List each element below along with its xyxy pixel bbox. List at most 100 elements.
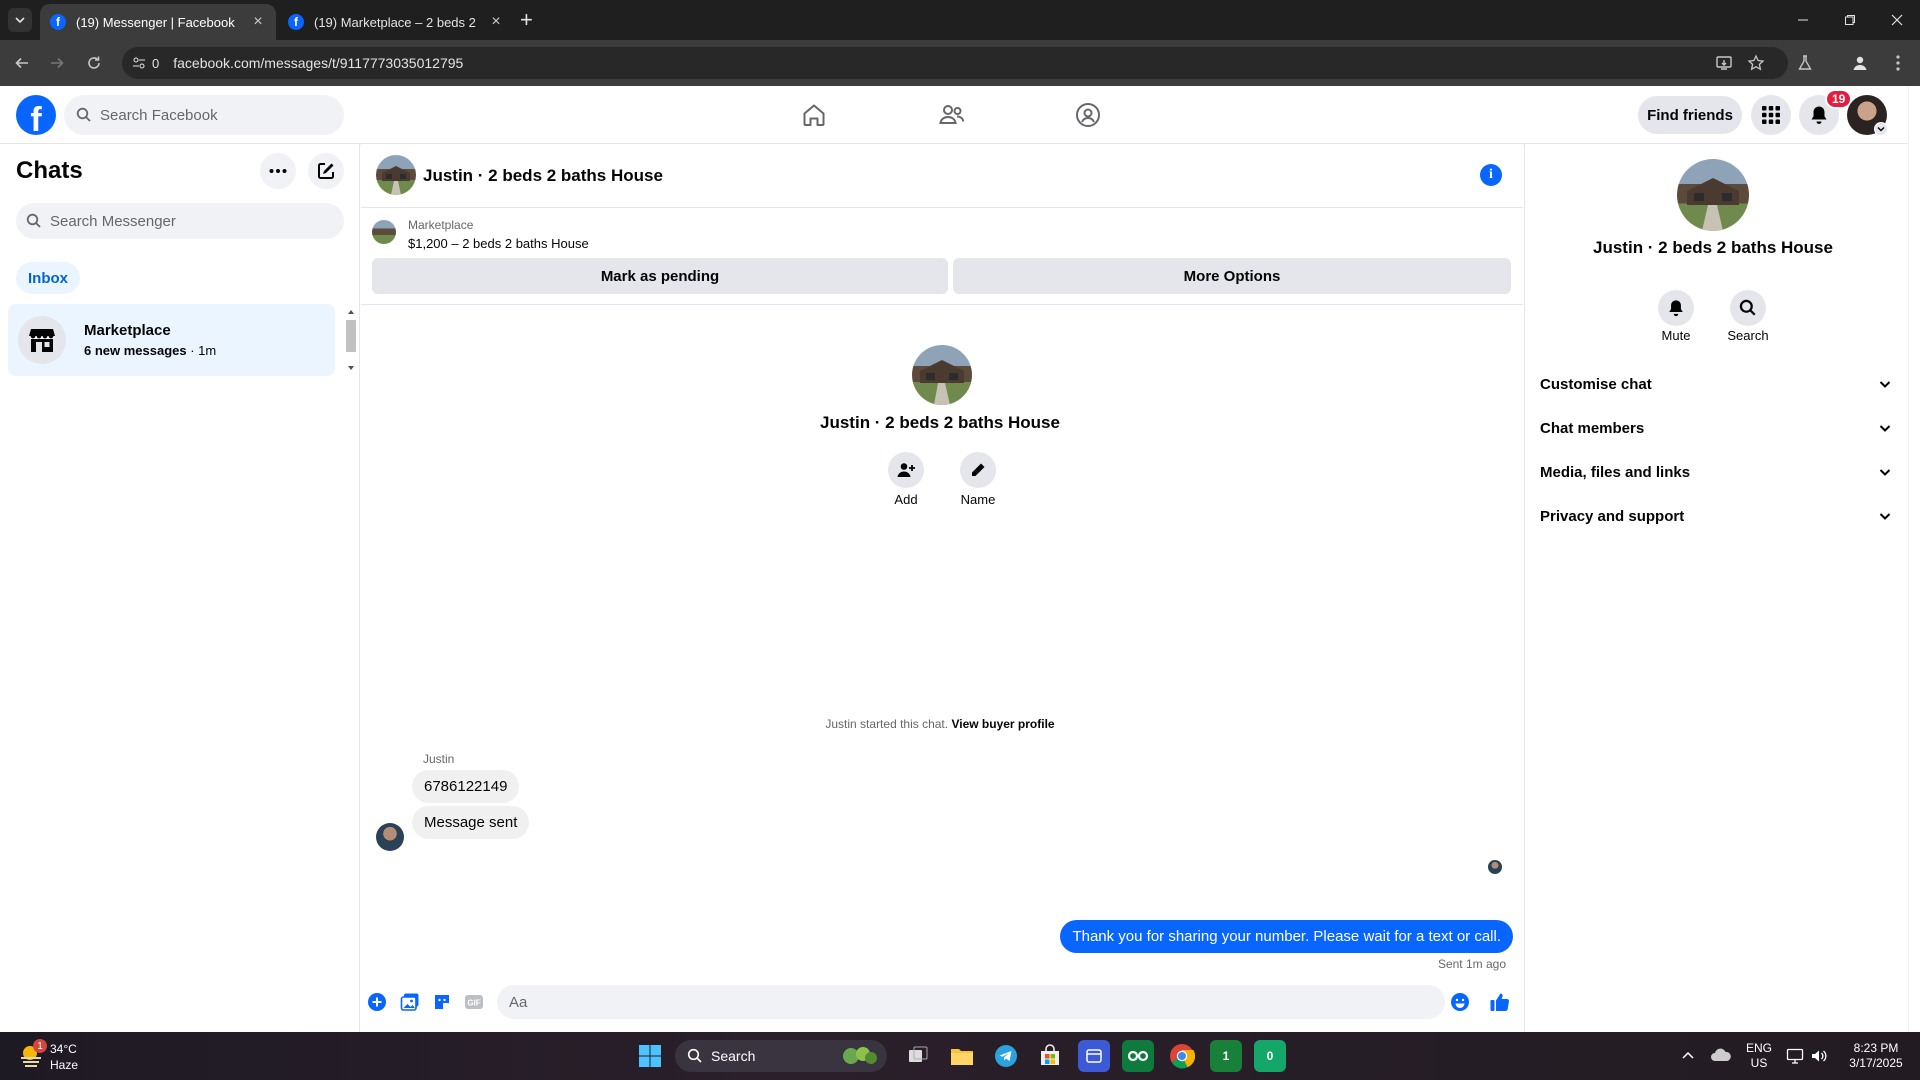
listing-thumbnail[interactable] (372, 220, 396, 244)
browser-menu-button[interactable] (1886, 51, 1910, 75)
facebook-logo[interactable]: f (16, 95, 56, 135)
app-button-green[interactable] (1122, 1040, 1154, 1072)
page-scrollbar[interactable] (1908, 86, 1920, 1032)
close-tab-icon[interactable]: × (488, 13, 504, 31)
section-label: Media, files and links (1540, 463, 1691, 481)
microsoft-store-button[interactable] (1034, 1040, 1066, 1072)
edit-name-button[interactable] (960, 452, 996, 488)
find-friends-button[interactable]: Find friends (1638, 96, 1742, 134)
volume-button[interactable] (1810, 1047, 1828, 1065)
chat-options-button[interactable] (260, 153, 296, 189)
inbox-filter-tab[interactable]: Inbox (16, 262, 80, 294)
clock[interactable]: 8:23 PM 3/17/2025 (1838, 1041, 1914, 1071)
close-window-button[interactable] (1874, 0, 1920, 40)
app-button-blue[interactable] (1078, 1040, 1110, 1072)
network-button[interactable] (1786, 1047, 1804, 1065)
chat-time: · 1m (186, 343, 217, 358)
bookmark-button[interactable] (1744, 51, 1768, 75)
onedrive-tray-button[interactable] (1710, 1046, 1732, 1066)
chat-list-scrollbar[interactable] (345, 306, 357, 374)
new-tab-button[interactable]: + (520, 8, 533, 32)
scrollbar-graphic (346, 310, 356, 370)
listing-title[interactable]: $1,200 – 2 beds 2 baths House (408, 236, 589, 251)
mute-button[interactable] (1658, 290, 1694, 326)
customise-chat-section[interactable]: Customise chat (1536, 364, 1896, 404)
profile-button[interactable] (1848, 51, 1872, 75)
labs-button[interactable] (1793, 51, 1817, 75)
chrome-button[interactable] (1166, 1040, 1198, 1072)
grid-menu-icon (1762, 106, 1780, 124)
new-message-button[interactable] (308, 153, 344, 189)
home-icon (803, 104, 825, 126)
emoji-button[interactable] (1449, 991, 1471, 1013)
folder-icon (951, 1049, 973, 1065)
gif-icon: GIF (465, 995, 483, 1009)
task-view-button[interactable] (902, 1040, 934, 1072)
back-button[interactable] (10, 51, 34, 75)
file-explorer-button[interactable] (946, 1040, 978, 1072)
more-options-button[interactable]: More Options (953, 258, 1511, 294)
section-label: Customise chat (1540, 375, 1652, 393)
telegram-button[interactable] (990, 1040, 1022, 1072)
add-label: Add (894, 492, 918, 507)
start-button[interactable] (634, 1040, 666, 1072)
cloud-icon (1711, 1048, 1731, 1061)
menu-button[interactable] (1751, 95, 1791, 135)
tab-search-button[interactable] (8, 8, 32, 32)
taskbar-search[interactable]: Search (675, 1040, 887, 1072)
input-language[interactable]: ENG US (1744, 1041, 1774, 1071)
groups-icon (1076, 103, 1100, 127)
sender-avatar[interactable] (376, 823, 404, 851)
app-button-sheet-0[interactable]: 0 (1254, 1040, 1286, 1072)
incoming-message[interactable]: Message sent (412, 806, 530, 839)
restore-button[interactable] (1827, 0, 1873, 40)
nav-home[interactable] (799, 100, 829, 130)
sticker-button[interactable] (431, 991, 453, 1013)
site-info-chip[interactable]: 0 (132, 56, 159, 71)
privacy-support-section[interactable]: Privacy and support (1536, 496, 1896, 536)
close-tab-icon[interactable]: × (250, 13, 266, 31)
messenger-search-input[interactable]: Search Messenger (16, 203, 344, 239)
app-button-sheet-1[interactable]: 1 (1210, 1040, 1242, 1072)
chevron-down-icon (1879, 425, 1891, 432)
incoming-message[interactable]: 6786122149 (412, 770, 520, 803)
conversation-title[interactable]: Justin · 2 beds 2 baths House (423, 166, 663, 186)
attach-media-button[interactable] (399, 991, 421, 1013)
gif-button[interactable]: GIF (463, 991, 485, 1013)
compose-icon (318, 163, 334, 179)
conversation-avatar[interactable] (376, 155, 416, 195)
telegram-icon (995, 1045, 1017, 1067)
mark-as-pending-button[interactable]: Mark as pending (372, 258, 948, 294)
address-bar[interactable]: 0 facebook.com/messages/t/91177730350127… (122, 47, 1788, 79)
tab-marketplace[interactable]: f (19) Marketplace – 2 beds 2 ba × (278, 4, 514, 40)
account-chevron[interactable] (1874, 122, 1888, 136)
reload-button[interactable] (82, 51, 106, 75)
chevron-down-icon (1877, 127, 1885, 132)
chat-members-section[interactable]: Chat members (1536, 408, 1896, 448)
nav-friends[interactable] (937, 100, 967, 130)
nav-groups[interactable] (1073, 100, 1103, 130)
search-label: Search (1727, 328, 1769, 343)
conversation-center-name: Justin · 2 beds 2 baths House (820, 413, 1060, 432)
info-icon[interactable]: i (1480, 164, 1502, 186)
add-people-button[interactable] (888, 452, 924, 488)
forward-button[interactable] (45, 51, 69, 75)
message-input[interactable]: Aa (497, 985, 1445, 1019)
site-info-count: 0 (152, 55, 160, 71)
install-app-button[interactable] (1712, 51, 1736, 75)
show-hidden-icons-button[interactable] (1679, 1047, 1697, 1065)
outgoing-message[interactable]: Thank you for sharing your number. Pleas… (1060, 920, 1513, 953)
more-actions-button[interactable] (366, 991, 388, 1013)
view-buyer-profile-link[interactable]: View buyer profile (951, 717, 1054, 731)
like-button[interactable] (1489, 991, 1511, 1013)
facebook-search-input[interactable]: Search Facebook (64, 95, 344, 135)
search-in-conversation-button[interactable] (1730, 290, 1766, 326)
info-panel-avatar (1677, 159, 1749, 231)
tab-title: (19) Messenger | Facebook (76, 14, 235, 30)
search-icon (1739, 299, 1756, 316)
tab-messenger[interactable]: f (19) Messenger | Facebook × (40, 4, 276, 40)
minimize-button[interactable] (1780, 0, 1826, 40)
media-files-links-section[interactable]: Media, files and links (1536, 452, 1896, 492)
bell-icon (1669, 300, 1683, 317)
url-text[interactable]: facebook.com/messages/t/9117773035012795 (173, 55, 463, 71)
